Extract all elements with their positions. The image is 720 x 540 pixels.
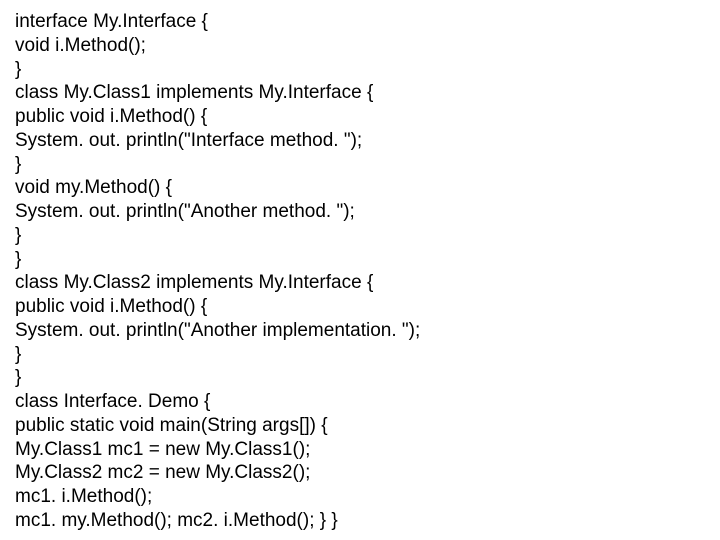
code-line: class Interface. Demo { <box>15 390 705 414</box>
code-line: public void i.Method() { <box>15 295 705 319</box>
code-line: } <box>15 366 705 390</box>
code-line: class My.Class2 implements My.Interface … <box>15 271 705 295</box>
code-line: My.Class1 mc1 = new My.Class1(); <box>15 438 705 462</box>
code-line: System. out. println("Another implementa… <box>15 319 705 343</box>
code-line: } <box>15 224 705 248</box>
code-line: mc1. my.Method(); mc2. i.Method(); } } <box>15 509 705 533</box>
code-line: } <box>15 248 705 272</box>
code-line: System. out. println("Another method. ")… <box>15 200 705 224</box>
code-line: void my.Method() { <box>15 176 705 200</box>
code-line: interface My.Interface { <box>15 10 705 34</box>
code-line: System. out. println("Interface method. … <box>15 129 705 153</box>
code-line: } <box>15 58 705 82</box>
code-block: interface My.Interface { void i.Method()… <box>15 10 705 533</box>
code-line: public static void main(String args[]) { <box>15 414 705 438</box>
code-line: } <box>15 343 705 367</box>
code-line: void i.Method(); <box>15 34 705 58</box>
code-line: class My.Class1 implements My.Interface … <box>15 81 705 105</box>
code-line: } <box>15 153 705 177</box>
code-line: mc1. i.Method(); <box>15 485 705 509</box>
code-line: public void i.Method() { <box>15 105 705 129</box>
code-line: My.Class2 mc2 = new My.Class2(); <box>15 461 705 485</box>
